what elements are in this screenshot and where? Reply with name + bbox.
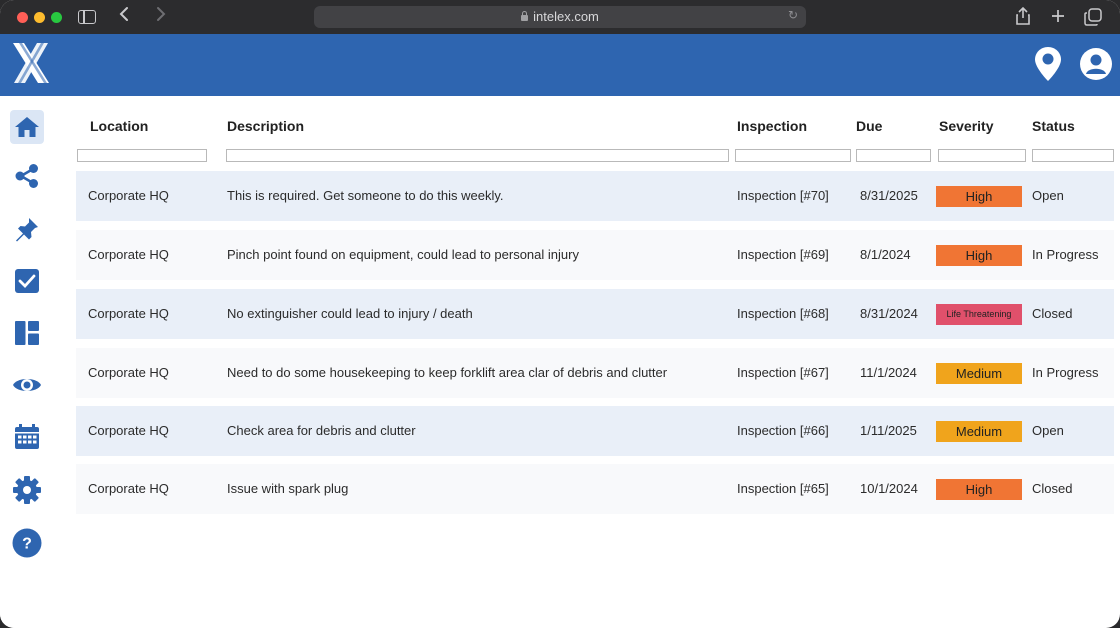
- cell-status: In Progress: [1032, 365, 1099, 380]
- cell-status: Closed: [1032, 306, 1073, 321]
- nav-observations[interactable]: [10, 368, 44, 402]
- share-page-icon[interactable]: [1015, 6, 1031, 31]
- cell-description: Need to do some housekeeping to keep for…: [227, 365, 668, 380]
- nav-help[interactable]: ?: [10, 526, 44, 560]
- forward-icon[interactable]: [155, 6, 167, 28]
- column-header-status[interactable]: Status: [1032, 118, 1075, 134]
- severity-filter-input[interactable]: [938, 149, 1026, 162]
- table-row[interactable]: Corporate HQ No extinguisher could lead t…: [76, 289, 1114, 339]
- column-header-description[interactable]: Description: [227, 118, 304, 134]
- severity-badge: Medium: [936, 421, 1022, 442]
- severity-badge: High: [936, 186, 1022, 207]
- settings-icon: [13, 476, 41, 504]
- tab-overview-icon[interactable]: [1084, 8, 1102, 32]
- column-header-location[interactable]: Location: [90, 118, 148, 134]
- cell-description: No extinguisher could lead to injury / d…: [227, 306, 473, 321]
- table-row[interactable]: Corporate HQ This is required. Get someon…: [76, 171, 1114, 221]
- cell-location: Corporate HQ: [88, 481, 169, 496]
- cell-location: Corporate HQ: [88, 247, 169, 262]
- checkbox-icon: [15, 269, 39, 293]
- nav-settings[interactable]: [10, 473, 44, 507]
- url-text: intelex.com: [533, 9, 599, 24]
- cell-due: 8/31/2025: [860, 188, 918, 203]
- help-icon: ?: [12, 528, 42, 558]
- nav-pin[interactable]: [10, 212, 44, 246]
- nav-calendar[interactable]: [10, 420, 44, 454]
- table-row[interactable]: Corporate HQ Need to do some housekeeping…: [76, 348, 1114, 398]
- pin-icon: [16, 218, 38, 242]
- location-pin-icon[interactable]: [1034, 46, 1062, 86]
- cell-description: Pinch point found on equipment, could le…: [227, 247, 579, 262]
- inspection-filter-input[interactable]: [735, 149, 851, 162]
- svg-text:?: ?: [22, 536, 32, 553]
- cell-description: This is required. Get someone to do this…: [227, 188, 504, 203]
- inspection-table: Location Description Inspection Due Seve…: [56, 96, 1120, 628]
- cell-description: Check area for debris and clutter: [227, 423, 416, 438]
- minimize-window-button[interactable]: [34, 12, 45, 23]
- browser-window: intelex.com ↻ ? Location Description Ins…: [0, 0, 1120, 628]
- cell-location: Corporate HQ: [88, 423, 169, 438]
- calendar-icon: [15, 424, 39, 449]
- address-bar[interactable]: intelex.com ↻: [314, 6, 806, 28]
- location-filter-input[interactable]: [77, 149, 207, 162]
- cell-due: 1/11/2025: [860, 423, 917, 438]
- cell-status: In Progress: [1032, 247, 1099, 262]
- cell-location: Corporate HQ: [88, 365, 169, 380]
- share-icon: [15, 164, 38, 188]
- cell-inspection: Inspection [#67]: [737, 365, 829, 380]
- new-tab-icon[interactable]: [1050, 7, 1066, 31]
- zoom-window-button[interactable]: [51, 12, 62, 23]
- dashboard-icon: [15, 321, 39, 345]
- nav-tasks[interactable]: [10, 264, 44, 298]
- reload-icon[interactable]: ↻: [788, 8, 798, 22]
- cell-due: 11/1/2024: [860, 365, 917, 380]
- table-row[interactable]: Corporate HQ Pinch point found on equipme…: [76, 230, 1114, 280]
- cell-inspection: Inspection [#68]: [737, 306, 829, 321]
- browser-toolbar: intelex.com ↻: [0, 0, 1120, 34]
- severity-badge: High: [936, 479, 1022, 500]
- home-icon: [15, 117, 39, 137]
- nav-share[interactable]: [10, 159, 44, 193]
- eye-icon: [13, 379, 41, 391]
- intelex-logo[interactable]: [10, 40, 52, 86]
- description-filter-input[interactable]: [226, 149, 729, 162]
- column-header-due[interactable]: Due: [856, 118, 882, 134]
- back-icon[interactable]: [118, 6, 130, 28]
- cell-status: Open: [1032, 188, 1064, 203]
- sidebar-toggle-icon[interactable]: [78, 10, 96, 24]
- cell-due: 10/1/2024: [860, 481, 918, 496]
- user-account-icon[interactable]: [1080, 48, 1112, 84]
- nav-home[interactable]: [10, 110, 44, 144]
- cell-location: Corporate HQ: [88, 188, 169, 203]
- severity-badge: Life Threatening: [936, 304, 1022, 325]
- cell-inspection: Inspection [#65]: [737, 481, 829, 496]
- nav-dashboard[interactable]: [10, 316, 44, 350]
- column-header-inspection[interactable]: Inspection: [737, 118, 807, 134]
- cell-status: Closed: [1032, 481, 1073, 496]
- cell-due: 8/31/2024: [860, 306, 918, 321]
- cell-description: Issue with spark plug: [227, 481, 349, 496]
- status-filter-input[interactable]: [1032, 149, 1114, 162]
- due-filter-input[interactable]: [856, 149, 931, 162]
- close-window-button[interactable]: [17, 12, 28, 23]
- lock-icon: [521, 11, 529, 21]
- app-header: [0, 34, 1120, 96]
- cell-inspection: Inspection [#69]: [737, 247, 829, 262]
- cell-inspection: Inspection [#66]: [737, 423, 829, 438]
- severity-badge: High: [936, 245, 1022, 266]
- cell-due: 8/1/2024: [860, 247, 911, 262]
- severity-badge: Medium: [936, 363, 1022, 384]
- table-row[interactable]: Corporate HQ Issue with spark plug Inspect…: [76, 464, 1114, 514]
- cell-location: Corporate HQ: [88, 306, 169, 321]
- table-row[interactable]: Corporate HQ Check area for debris and cl…: [76, 406, 1114, 456]
- cell-inspection: Inspection [#70]: [737, 188, 829, 203]
- cell-status: Open: [1032, 423, 1064, 438]
- column-header-severity[interactable]: Severity: [939, 118, 993, 134]
- left-nav: ?: [0, 96, 56, 628]
